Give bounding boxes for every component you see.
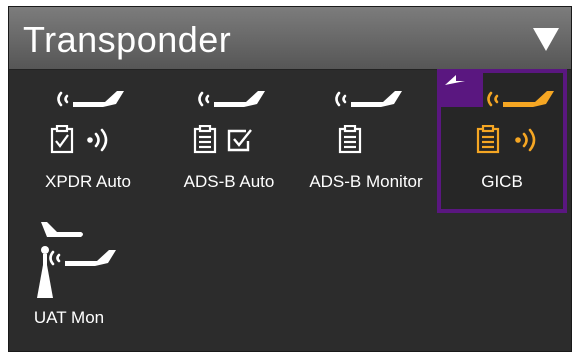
page-title: Transponder xyxy=(23,19,232,60)
tile-label: GICB xyxy=(481,172,523,191)
dropdown-button[interactable] xyxy=(531,25,561,53)
checklist-icon xyxy=(193,125,217,154)
tile-adsb-auto[interactable]: ADS-B Auto xyxy=(164,79,294,209)
triangle-down-icon xyxy=(533,28,559,51)
tile-uat-mon[interactable]: UAT Mon xyxy=(23,214,153,344)
tile-adsb-monitor[interactable]: ADS-B Monitor xyxy=(301,79,431,209)
tile-label: UAT Mon xyxy=(33,308,105,327)
aircraft-signal-icon xyxy=(198,91,265,107)
aircraft-signal-icon xyxy=(487,91,554,107)
transponder-panel: Transponder XPDR Auto ADS-B Auto ADS-B M… xyxy=(8,6,572,352)
checklist-icon xyxy=(476,125,500,154)
checklist-icon xyxy=(338,125,362,154)
tile-label: ADS-B Monitor xyxy=(309,172,423,191)
aircraft-signal-icon xyxy=(57,91,124,107)
back-button[interactable] xyxy=(437,69,483,107)
aircraft-signal-icon xyxy=(335,91,402,107)
tile-xpdr-auto[interactable]: XPDR Auto xyxy=(23,79,153,209)
tile-gicb[interactable]: GICB xyxy=(437,69,567,213)
aircraft-icon xyxy=(41,222,83,237)
aircraft-signal-icon xyxy=(49,250,116,266)
header-bar: Transponder xyxy=(9,7,571,70)
checkbox-checked-icon xyxy=(227,129,252,152)
signal-waves-icon xyxy=(87,128,108,152)
signal-waves-icon xyxy=(515,128,536,152)
back-arrow-icon xyxy=(445,75,465,85)
checklist-icon xyxy=(50,125,74,154)
tile-label: ADS-B Auto xyxy=(183,172,275,191)
tile-label: XPDR Auto xyxy=(45,172,131,191)
